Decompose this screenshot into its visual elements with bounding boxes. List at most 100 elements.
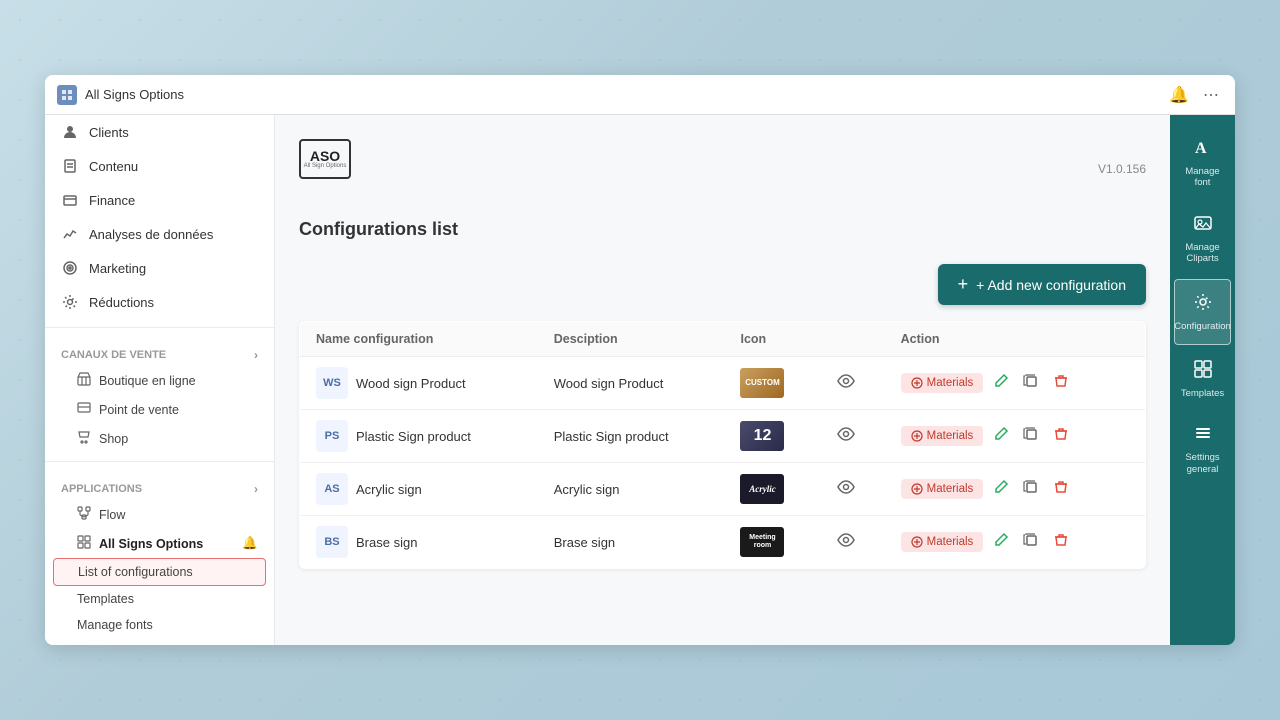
edit-button-0[interactable] bbox=[989, 371, 1013, 396]
rp-cliparts-label: ManageCliparts bbox=[1185, 242, 1219, 265]
apps-chevron-icon: › bbox=[254, 482, 258, 496]
table-row: AS Acrylic sign Acrylic sign Acrylic Mat… bbox=[300, 463, 1146, 516]
sidebar-item-contenu[interactable]: Contenu bbox=[45, 149, 274, 183]
edit-button-1[interactable] bbox=[989, 424, 1013, 449]
sidebar-item-manage-fonts[interactable]: Manage fonts bbox=[45, 612, 274, 638]
th-name: Name configuration bbox=[300, 322, 538, 357]
rp-configuration[interactable]: Configuration bbox=[1174, 279, 1231, 345]
visibility-toggle-1[interactable] bbox=[837, 425, 855, 448]
sidebar-item-finance[interactable]: Finance bbox=[45, 183, 274, 217]
rp-settings-general[interactable]: Settingsgeneral bbox=[1170, 411, 1235, 487]
sidebar-item-clients[interactable]: Clients bbox=[45, 115, 274, 149]
main-layout: Clients Contenu Finance Analyses de donn… bbox=[45, 115, 1235, 645]
sidebar-label-analyses: Analyses de données bbox=[89, 227, 213, 242]
aso-subtext: All Sign Options bbox=[304, 163, 347, 169]
sidebar-label-list-config: List of configurations bbox=[78, 565, 193, 579]
target-icon bbox=[61, 259, 79, 277]
sidebar-item-boutique[interactable]: Boutique en ligne bbox=[45, 366, 274, 395]
sidebar-label-manage-fonts: Manage fonts bbox=[77, 618, 153, 632]
sidebar-label-marketing: Marketing bbox=[89, 261, 146, 276]
cell-name-2: AS Acrylic sign bbox=[300, 463, 538, 516]
finance-icon bbox=[61, 191, 79, 209]
config-abbr-2: AS bbox=[316, 473, 348, 505]
cell-desc-2: Acrylic sign bbox=[538, 463, 725, 516]
rp-manage-cliparts[interactable]: ManageCliparts bbox=[1170, 201, 1235, 277]
cell-action-3: Materials bbox=[885, 516, 1146, 569]
rp-settings-label: Settingsgeneral bbox=[1185, 452, 1219, 475]
config-abbr-0: WS bbox=[316, 367, 348, 399]
config-name-text-3: Brase sign bbox=[356, 535, 417, 550]
visibility-toggle-0[interactable] bbox=[837, 372, 855, 395]
config-abbr-1: PS bbox=[316, 420, 348, 452]
cell-name-3: BS Brase sign bbox=[300, 516, 538, 569]
materials-button-2[interactable]: Materials bbox=[901, 479, 984, 499]
svg-text:A: A bbox=[1195, 140, 1207, 157]
rp-manage-font[interactable]: A Managefont bbox=[1170, 125, 1235, 201]
cell-icon-0: CUSTOM bbox=[724, 357, 821, 410]
configurations-table: Name configuration Desciption Icon Actio… bbox=[299, 321, 1146, 569]
more-options-button[interactable]: ⋯ bbox=[1199, 83, 1223, 107]
chart-icon bbox=[61, 225, 79, 243]
sidebar-item-shop[interactable]: Shop bbox=[45, 424, 274, 453]
sidebar-item-list-configurations[interactable]: List of configurations bbox=[53, 558, 266, 586]
cell-action-0: Materials bbox=[885, 357, 1146, 410]
person-icon bbox=[61, 123, 79, 141]
cell-desc-0: Wood sign Product bbox=[538, 357, 725, 410]
page-title: Configurations list bbox=[299, 219, 1146, 240]
config-name-text-2: Acrylic sign bbox=[356, 482, 422, 497]
sidebar-item-reductions[interactable]: Réductions bbox=[45, 285, 274, 319]
sidebar-label-templates: Templates bbox=[77, 592, 134, 606]
config-name-text-0: Wood sign Product bbox=[356, 376, 466, 391]
rp-templates[interactable]: Templates bbox=[1170, 347, 1235, 411]
cell-desc-1: Plastic Sign product bbox=[538, 410, 725, 463]
cell-eye-0 bbox=[821, 357, 885, 410]
materials-button-1[interactable]: Materials bbox=[901, 426, 984, 446]
cell-eye-3 bbox=[821, 516, 885, 569]
cell-eye-2 bbox=[821, 463, 885, 516]
th-description: Desciption bbox=[538, 322, 725, 357]
sidebar-item-marketing[interactable]: Marketing bbox=[45, 251, 274, 285]
copy-button-2[interactable] bbox=[1019, 477, 1043, 502]
sidebar-label-reductions: Réductions bbox=[89, 295, 154, 310]
copy-button-0[interactable] bbox=[1019, 371, 1043, 396]
edit-button-2[interactable] bbox=[989, 477, 1013, 502]
materials-button-0[interactable]: Materials bbox=[901, 373, 984, 393]
sidebar-label-finance: Finance bbox=[89, 193, 135, 208]
add-configuration-button[interactable]: + + Add new configuration bbox=[938, 264, 1146, 305]
notification-button[interactable]: 🔔 bbox=[1167, 83, 1191, 107]
sidebar-item-analyses[interactable]: Analyses de données bbox=[45, 217, 274, 251]
title-bar-title: All Signs Options bbox=[85, 87, 184, 102]
sidebar-label-shop: Shop bbox=[99, 432, 128, 446]
delete-button-3[interactable] bbox=[1049, 530, 1073, 555]
copy-button-1[interactable] bbox=[1019, 424, 1043, 449]
sidebar-item-templates[interactable]: Templates bbox=[45, 586, 274, 612]
store-icon bbox=[77, 372, 91, 389]
all-signs-icon bbox=[77, 535, 91, 552]
sidebar-item-flow[interactable]: Flow bbox=[45, 500, 274, 529]
settings-icon bbox=[61, 293, 79, 311]
copy-button-3[interactable] bbox=[1019, 530, 1043, 555]
delete-button-0[interactable] bbox=[1049, 371, 1073, 396]
config-name-text-1: Plastic Sign product bbox=[356, 429, 471, 444]
cell-icon-3: Meeting room bbox=[724, 516, 821, 569]
section-canaux: Canaux de vente › bbox=[45, 336, 274, 366]
sidebar-item-all-signs[interactable]: All Signs Options 🔔 bbox=[45, 529, 274, 558]
title-bar: All Signs Options 🔔 ⋯ bbox=[45, 75, 1235, 115]
sidebar-item-point-vente[interactable]: Point de vente bbox=[45, 395, 274, 424]
table-header-row: Name configuration Desciption Icon Actio… bbox=[300, 322, 1146, 357]
templates-icon bbox=[1193, 359, 1213, 384]
visibility-toggle-3[interactable] bbox=[837, 531, 855, 554]
add-icon: + bbox=[958, 274, 969, 295]
add-button-label: + Add new configuration bbox=[976, 277, 1126, 293]
sidebar-item-manage-cliparts[interactable]: Manage cliparts bbox=[45, 638, 274, 645]
th-eye bbox=[821, 322, 885, 357]
cell-eye-1 bbox=[821, 410, 885, 463]
config-abbr-3: BS bbox=[316, 526, 348, 558]
delete-button-1[interactable] bbox=[1049, 424, 1073, 449]
delete-button-2[interactable] bbox=[1049, 477, 1073, 502]
table-row: WS Wood sign Product Wood sign Product C… bbox=[300, 357, 1146, 410]
edit-button-3[interactable] bbox=[989, 530, 1013, 555]
visibility-toggle-2[interactable] bbox=[837, 478, 855, 501]
materials-button-3[interactable]: Materials bbox=[901, 532, 984, 552]
sidebar-label-all-signs: All Signs Options bbox=[99, 537, 203, 551]
